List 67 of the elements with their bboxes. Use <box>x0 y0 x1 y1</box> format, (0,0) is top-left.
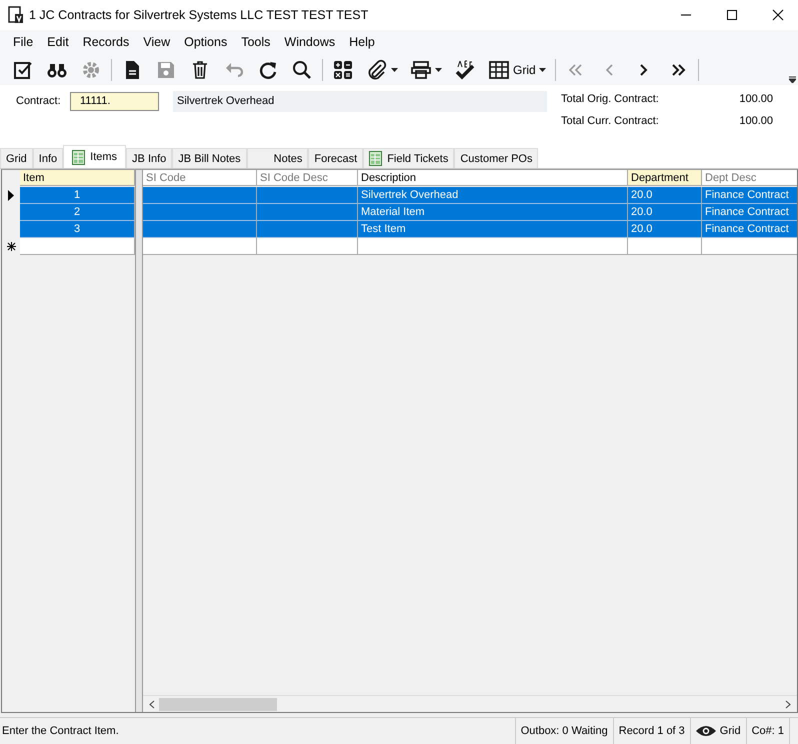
table-cell: Test Item <box>358 221 628 238</box>
menu-item[interactable]: View <box>136 35 178 49</box>
menu-item[interactable]: Options <box>177 35 234 49</box>
company-number: Co#: 1 <box>746 718 790 744</box>
tab[interactable]: Field Tickets <box>363 148 454 168</box>
search-icon <box>291 58 313 80</box>
record-position: Record 1 of 3 <box>612 718 690 744</box>
column-header[interactable]: Dept Desc <box>702 170 797 186</box>
table-cell: 2 <box>20 204 135 221</box>
table-cell: Finance Contract <box>702 221 797 238</box>
grid-icon <box>488 58 510 80</box>
tab[interactable]: Items <box>63 145 126 168</box>
table-cell: 20.0 <box>628 187 702 204</box>
maximize-icon[interactable] <box>726 9 738 21</box>
overflow-arrow-icon[interactable] <box>789 76 796 83</box>
column-header[interactable]: Item <box>20 170 135 186</box>
spreadsheet-icon <box>369 151 382 166</box>
menu-item[interactable]: Tools <box>234 35 278 49</box>
table-cell: 1 <box>20 187 135 204</box>
table-cell: 3 <box>20 221 135 238</box>
outbox-status: Outbox: 0 Waiting <box>514 718 613 744</box>
left-chevron-icon <box>606 64 614 76</box>
menu-item[interactable]: Help <box>342 35 382 49</box>
total-value: 100.00 <box>739 93 773 105</box>
table-cell: 20.0 <box>628 204 702 221</box>
menu-item[interactable]: Windows <box>277 35 342 49</box>
column-header[interactable]: Description <box>358 170 628 186</box>
menu-item[interactable]: File <box>6 35 40 49</box>
column-header[interactable]: SI Code <box>143 170 257 186</box>
column-header[interactable]: Department <box>628 170 702 186</box>
tab[interactable]: Notes <box>246 148 308 168</box>
table-cell: Finance Contract <box>702 187 797 204</box>
scroll-left-icon[interactable] <box>149 700 155 708</box>
table-cell: Silvertrek Overhead <box>358 187 628 204</box>
total-label: Total Orig. Contract: <box>561 93 659 105</box>
printer-icon <box>410 58 432 80</box>
status-message: Enter the Contract Item. <box>1 725 120 737</box>
table-cell: 20.0 <box>628 221 702 238</box>
calculator-icon <box>332 58 354 80</box>
scroll-right-icon[interactable] <box>785 700 791 708</box>
tab[interactable]: Grid <box>0 148 33 168</box>
description-field: Silvertrek Overhead <box>173 90 547 112</box>
view-mode: Grid <box>720 724 741 739</box>
tab[interactable]: Info <box>32 148 64 168</box>
tab[interactable]: Customer POs <box>454 148 538 168</box>
eye-icon <box>696 725 716 737</box>
contract-field[interactable]: 11111. <box>70 92 159 110</box>
spreadsheet-icon <box>72 150 86 164</box>
toolbar-button[interactable]: Grid <box>482 56 552 84</box>
table-cell: Material Item <box>358 204 628 221</box>
right-chevron-icon <box>640 64 648 76</box>
tab[interactable]: JB Info <box>126 148 172 168</box>
spellcheck-icon <box>454 58 476 80</box>
tab[interactable]: JB Bill Notes <box>172 148 247 168</box>
total-label: Total Curr. Contract: <box>561 115 659 127</box>
paperclip-icon <box>366 58 388 80</box>
total-value: 100.00 <box>739 115 773 127</box>
tab[interactable]: Forecast <box>308 148 364 168</box>
menu-item[interactable]: Edit <box>40 35 76 49</box>
app-icon <box>8 6 24 24</box>
window-title: 1 JC Contracts for Silvertrek Systems LLC TEST TEST TEST <box>29 8 368 22</box>
close-icon[interactable] <box>772 9 784 21</box>
column-header[interactable]: SI Code Desc <box>257 170 358 186</box>
horizontal-scrollbar[interactable] <box>143 695 797 712</box>
menu-item[interactable]: Records <box>76 35 136 49</box>
table-cell: Finance Contract <box>702 204 797 221</box>
contract-label: Contract: <box>16 95 62 107</box>
